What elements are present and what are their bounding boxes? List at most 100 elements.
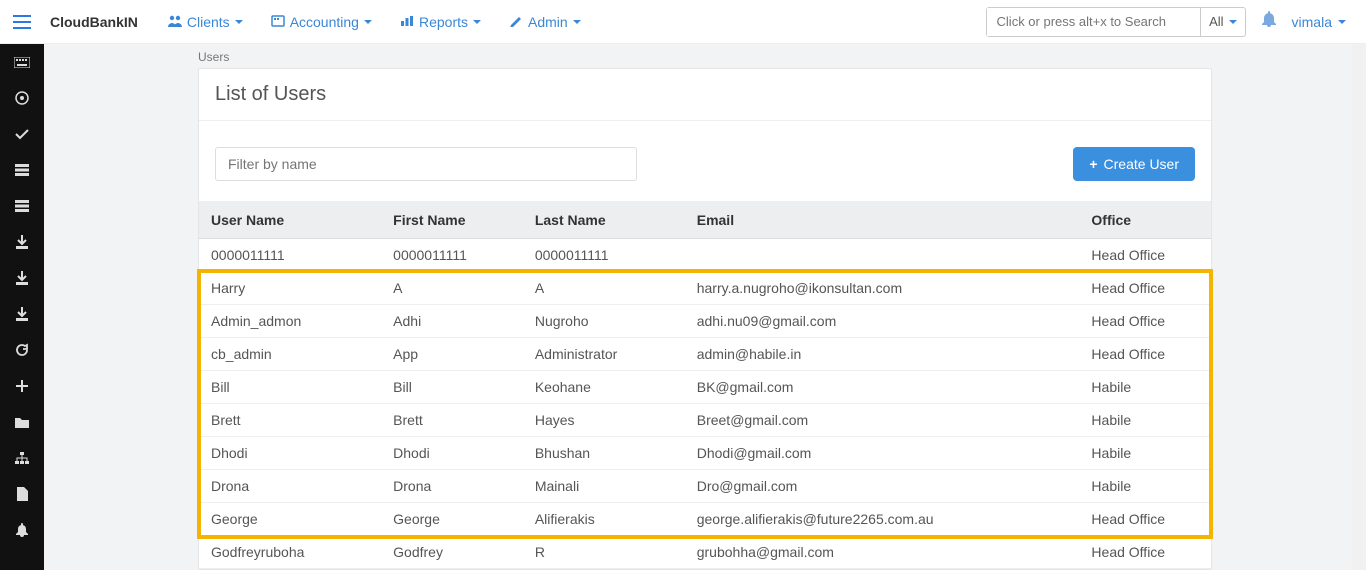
cell-username: Drona — [199, 470, 381, 503]
cell-office: Habile — [1079, 371, 1211, 404]
download-icon-3[interactable] — [0, 296, 44, 332]
plus-icon: + — [1089, 156, 1097, 172]
reports-icon — [400, 14, 414, 30]
cell-firstname: Adhi — [381, 305, 523, 338]
topbar: CloudBankIN Clients Accounting Reports Admi… — [0, 0, 1366, 44]
users-card: List of Users + Create User User Name Fi… — [198, 68, 1212, 570]
keyboard-icon[interactable] — [0, 44, 44, 80]
topnav-label: Admin — [528, 14, 568, 30]
cell-firstname: Drona — [381, 470, 523, 503]
brand-label: CloudBankIN — [50, 14, 138, 30]
vertical-scrollbar[interactable] — [1352, 44, 1366, 570]
cell-firstname: Brett — [381, 404, 523, 437]
topnav-label: Clients — [187, 14, 230, 30]
cell-office: Head Office — [1079, 239, 1211, 272]
breadcrumb: Users — [178, 44, 1366, 68]
list-icon-1[interactable] — [0, 152, 44, 188]
topnav-item-accounting[interactable]: Accounting — [271, 14, 372, 30]
page-title: List of Users — [199, 69, 1211, 121]
table-row[interactable]: Admin_admonAdhiNugrohoadhi.nu09@gmail.co… — [199, 305, 1211, 338]
check-icon[interactable] — [0, 116, 44, 152]
clients-icon — [168, 14, 182, 30]
users-table: User Name First Name Last Name Email Off… — [199, 202, 1211, 569]
list-icon-2[interactable] — [0, 188, 44, 224]
cell-office: Habile — [1079, 470, 1211, 503]
cell-username: Harry — [199, 272, 381, 305]
cell-office: Head Office — [1079, 536, 1211, 569]
table-row[interactable]: DronaDronaMainaliDro@gmail.comHabile — [199, 470, 1211, 503]
download-icon-1[interactable] — [0, 224, 44, 260]
download-icon-2[interactable] — [0, 260, 44, 296]
cell-lastname: Keohane — [523, 371, 685, 404]
caret-down-icon — [235, 20, 243, 24]
cell-lastname: Bhushan — [523, 437, 685, 470]
table-row[interactable]: HarryAAharry.a.nugroho@ikonsultan.comHea… — [199, 272, 1211, 305]
caret-down-icon — [1229, 20, 1237, 24]
hierarchy-icon[interactable] — [0, 440, 44, 476]
cell-firstname: Godfrey — [381, 536, 523, 569]
table-row[interactable]: BillBillKeohaneBK@gmail.comHabile — [199, 371, 1211, 404]
topnav: Clients Accounting Reports Admin — [168, 14, 581, 30]
cell-firstname: Bill — [381, 371, 523, 404]
cell-lastname: A — [523, 272, 685, 305]
cell-email — [685, 239, 1080, 272]
topnav-item-reports[interactable]: Reports — [400, 14, 481, 30]
sidebar — [0, 44, 44, 570]
plus-icon[interactable] — [0, 368, 44, 404]
topnav-label: Accounting — [290, 14, 359, 30]
topnav-item-admin[interactable]: Admin — [509, 14, 581, 30]
col-username[interactable]: User Name — [199, 202, 381, 239]
cell-email: grubohha@gmail.com — [685, 536, 1080, 569]
table-row[interactable]: GeorgeGeorgeAlifierakisgeorge.alifieraki… — [199, 503, 1211, 536]
caret-down-icon — [473, 20, 481, 24]
filter-by-name-input[interactable] — [215, 147, 637, 181]
folder-icon[interactable] — [0, 404, 44, 440]
user-menu[interactable]: vimala — [1292, 14, 1346, 30]
cell-lastname: 0000011111 — [523, 239, 685, 272]
layout: Users List of Users + Create User User N… — [0, 44, 1366, 570]
cell-lastname: Nugroho — [523, 305, 685, 338]
topnav-item-clients[interactable]: Clients — [168, 14, 243, 30]
col-office[interactable]: Office — [1079, 202, 1211, 239]
cell-office: Head Office — [1079, 272, 1211, 305]
caret-down-icon — [364, 20, 372, 24]
col-email[interactable]: Email — [685, 202, 1080, 239]
cell-office: Head Office — [1079, 305, 1211, 338]
cell-lastname: Hayes — [523, 404, 685, 437]
user-name-label: vimala — [1292, 14, 1332, 30]
table-row[interactable]: BrettBrettHayesBreet@gmail.comHabile — [199, 404, 1211, 437]
search-input[interactable] — [987, 8, 1201, 36]
target-icon[interactable] — [0, 80, 44, 116]
cell-office: Head Office — [1079, 338, 1211, 371]
col-firstname[interactable]: First Name — [381, 202, 523, 239]
cell-firstname: A — [381, 272, 523, 305]
admin-icon — [509, 14, 523, 30]
cell-firstname: Dhodi — [381, 437, 523, 470]
cell-email: BK@gmail.com — [685, 371, 1080, 404]
accounting-icon — [271, 14, 285, 30]
table-row[interactable]: 000001111100000111110000011111Head Offic… — [199, 239, 1211, 272]
cell-firstname: App — [381, 338, 523, 371]
cell-office: Head Office — [1079, 503, 1211, 536]
create-user-button[interactable]: + Create User — [1073, 147, 1195, 181]
hamburger-menu-icon[interactable] — [0, 0, 44, 44]
cell-lastname: Alifierakis — [523, 503, 685, 536]
cell-lastname: Mainali — [523, 470, 685, 503]
table-wrapper: User Name First Name Last Name Email Off… — [199, 202, 1211, 569]
cell-office: Habile — [1079, 404, 1211, 437]
cell-firstname: 0000011111 — [381, 239, 523, 272]
notifications-bell-icon[interactable] — [1262, 11, 1276, 32]
table-row[interactable]: cb_adminAppAdministratoradmin@habile.inH… — [199, 338, 1211, 371]
table-row[interactable]: GodfreyrubohaGodfreyRgrubohha@gmail.comH… — [199, 536, 1211, 569]
cell-lastname: Administrator — [523, 338, 685, 371]
file-icon[interactable] — [0, 476, 44, 512]
cell-username: Admin_admon — [199, 305, 381, 338]
main-content: Users List of Users + Create User User N… — [44, 44, 1366, 570]
caret-down-icon — [1338, 20, 1346, 24]
col-lastname[interactable]: Last Name — [523, 202, 685, 239]
caret-down-icon — [573, 20, 581, 24]
search-filter-dropdown[interactable]: All — [1200, 8, 1244, 36]
refresh-icon[interactable] — [0, 332, 44, 368]
table-row[interactable]: DhodiDhodiBhushanDhodi@gmail.comHabile — [199, 437, 1211, 470]
bell-icon[interactable] — [0, 512, 44, 548]
